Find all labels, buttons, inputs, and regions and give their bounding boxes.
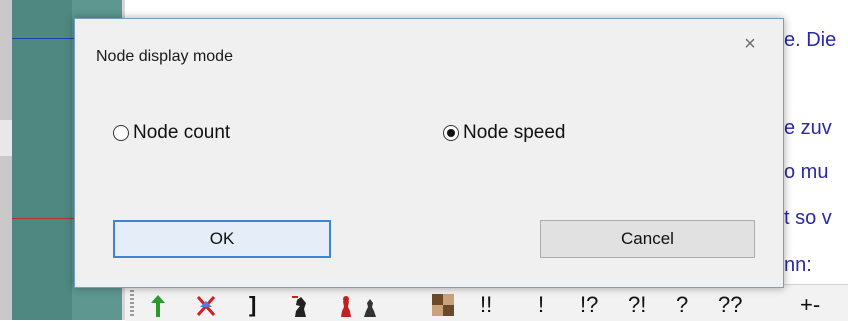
dialog-title: Node display mode [96, 48, 233, 65]
doc-line: o mu [784, 161, 829, 183]
knight-piece-icon[interactable] [290, 293, 310, 319]
annotation-double-question[interactable]: ?? [718, 290, 742, 320]
annotation-exclamation[interactable]: ! [538, 290, 544, 320]
annotation-question[interactable]: ? [676, 290, 688, 320]
red-x-icon[interactable] [194, 293, 218, 319]
board-icon[interactable] [430, 292, 456, 318]
doc-line: nn: [784, 254, 812, 276]
radio-label: Node count [133, 122, 231, 143]
bracket-button[interactable]: ] [249, 290, 256, 320]
ok-button[interactable]: OK [113, 220, 331, 258]
doc-line: e zuv [784, 117, 832, 139]
radio-checked-icon[interactable] [443, 125, 459, 141]
radio-label: Node speed [463, 122, 566, 143]
rook-piece-icon[interactable] [336, 293, 356, 319]
annotation-winning[interactable]: +- [800, 290, 820, 320]
doc-line: t so v [784, 207, 832, 229]
annotation-dubious[interactable]: ?! [628, 290, 646, 320]
cancel-button[interactable]: Cancel [540, 220, 755, 258]
pawn-piece-icon[interactable] [360, 293, 380, 319]
toolbar-grip[interactable] [130, 290, 134, 316]
annotation-interesting[interactable]: !? [580, 290, 598, 320]
doc-line: e. Die [784, 29, 837, 51]
radio-circle-icon[interactable] [113, 125, 129, 141]
green-arrow-icon[interactable] [148, 293, 168, 319]
radio-node-speed[interactable]: Node speed [443, 122, 565, 144]
node-display-mode-dialog: Node display mode × Node count Node spee… [74, 18, 784, 288]
left-panel-notch [0, 120, 12, 156]
close-icon[interactable]: × [737, 31, 763, 57]
annotation-double-exclamation[interactable]: !! [480, 290, 492, 320]
radio-node-count[interactable]: Node count [113, 122, 230, 144]
